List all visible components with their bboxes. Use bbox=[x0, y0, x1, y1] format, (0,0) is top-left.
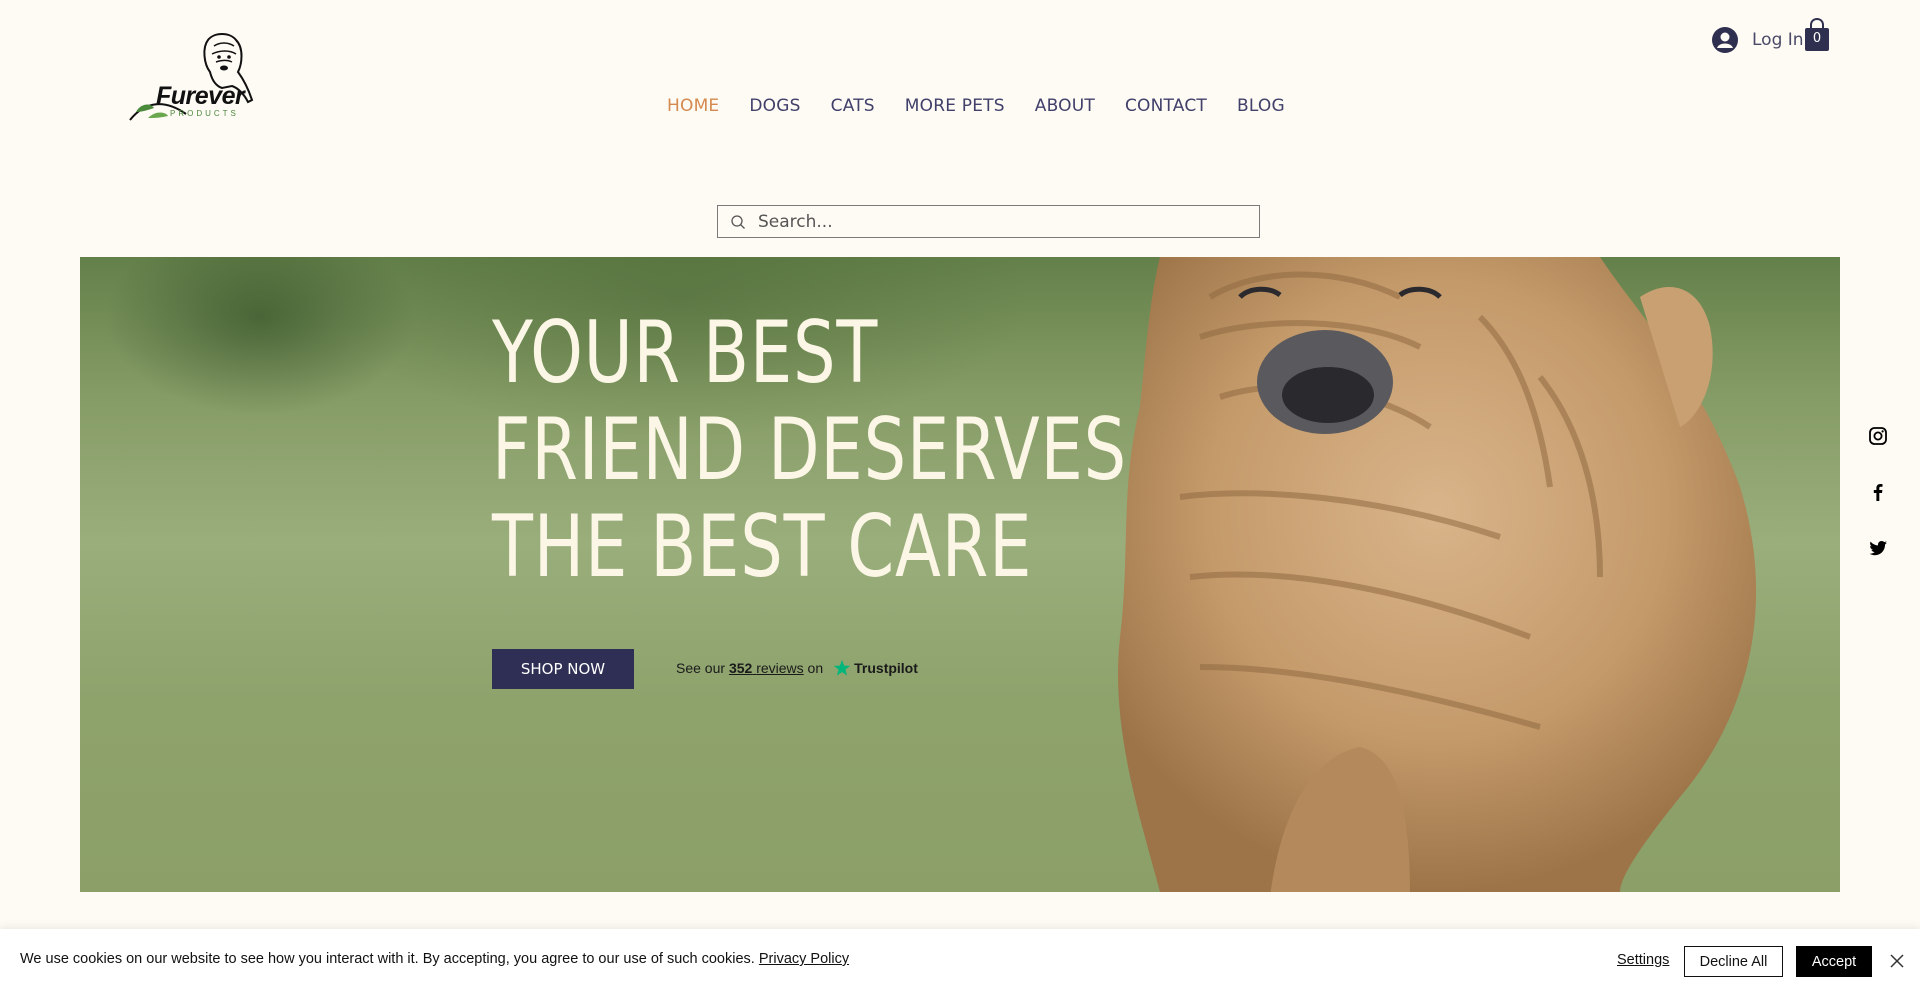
shop-now-button[interactable]: SHOP NOW bbox=[492, 649, 634, 689]
hero-title-line: THE BEST CARE bbox=[492, 497, 1033, 597]
privacy-policy-link[interactable]: Privacy Policy bbox=[759, 951, 849, 967]
close-icon[interactable] bbox=[1890, 954, 1904, 968]
trustpilot-prefix: See our bbox=[676, 660, 726, 676]
hero-title-line: FRIEND DESERVES bbox=[492, 400, 1128, 500]
trustpilot-reviews-link[interactable]: 352 reviews bbox=[729, 660, 804, 676]
nav-item-home[interactable]: HOME bbox=[652, 96, 734, 116]
cart-button[interactable]: 0 bbox=[1804, 17, 1830, 52]
user-avatar-icon bbox=[1712, 27, 1738, 53]
nav-item-blog[interactable]: BLOG bbox=[1222, 96, 1300, 116]
cookie-message: We use cookies on our website to see how… bbox=[20, 951, 849, 967]
trustpilot-logo[interactable]: Trustpilot bbox=[854, 660, 918, 676]
twitter-icon[interactable] bbox=[1868, 538, 1888, 558]
accept-button[interactable]: Accept bbox=[1796, 946, 1872, 977]
trustpilot-star-icon bbox=[834, 659, 851, 676]
cart-count: 0 bbox=[1812, 31, 1822, 46]
login-label: Log In bbox=[1752, 30, 1804, 50]
brand-tagline: PRODUCTS bbox=[170, 109, 239, 118]
instagram-icon[interactable] bbox=[1868, 426, 1888, 446]
trustpilot-suffix: on bbox=[807, 660, 824, 676]
hero-title-line: YOUR BEST bbox=[492, 303, 879, 403]
login-button[interactable]: Log In bbox=[1712, 26, 1804, 54]
nav-item-cats[interactable]: CATS bbox=[816, 96, 890, 116]
nav-item-about[interactable]: ABOUT bbox=[1020, 96, 1110, 116]
nav-item-dogs[interactable]: DOGS bbox=[734, 96, 815, 116]
nav-item-more-pets[interactable]: MORE PETS bbox=[890, 96, 1020, 116]
brand-logo[interactable]: Furever PRODUCTS bbox=[126, 30, 266, 126]
reviews-word: reviews bbox=[756, 660, 804, 676]
brand-name: Furever bbox=[156, 82, 245, 110]
main-nav: HOME DOGS CATS MORE PETS ABOUT CONTACT B… bbox=[652, 96, 1300, 116]
nav-item-contact[interactable]: CONTACT bbox=[1110, 96, 1222, 116]
search-input[interactable] bbox=[756, 210, 1259, 233]
search-icon bbox=[731, 214, 745, 229]
cookie-message-text: We use cookies on our website to see how… bbox=[20, 951, 755, 967]
social-bar bbox=[1868, 426, 1888, 558]
trustpilot-widget: See our 352 reviews on Trustpilot bbox=[676, 659, 918, 677]
decline-all-button[interactable]: Decline All bbox=[1684, 946, 1783, 977]
cookie-settings-button[interactable]: Settings bbox=[1617, 952, 1669, 968]
hero-banner: YOUR BEST FRIEND DESERVES THE BEST CARE … bbox=[80, 257, 1840, 892]
review-count: 352 bbox=[728, 660, 753, 676]
facebook-icon[interactable] bbox=[1868, 482, 1888, 502]
hero-title: YOUR BEST FRIEND DESERVES THE BEST CARE bbox=[492, 305, 1127, 596]
search-bar bbox=[717, 205, 1260, 238]
cookie-banner: We use cookies on our website to see how… bbox=[0, 929, 1920, 993]
